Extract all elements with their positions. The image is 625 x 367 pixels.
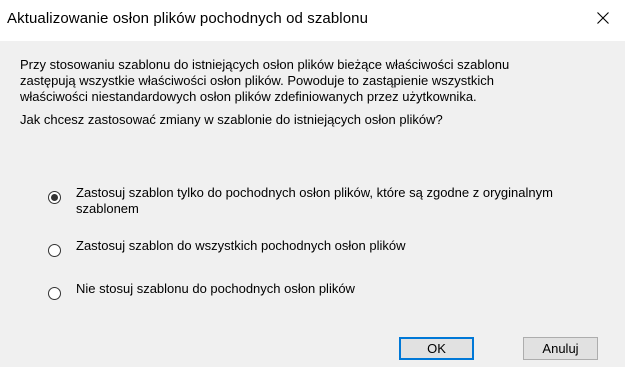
option-do-not-apply[interactable]: Nie stosuj szablonu do pochodnych osłon … <box>48 281 576 300</box>
option-label: Zastosuj szablon tylko do pochodnych osł… <box>76 185 553 216</box>
cancel-button[interactable]: Anuluj <box>523 337 598 360</box>
radio-button[interactable] <box>48 287 61 300</box>
radio-dot-icon <box>51 194 58 201</box>
radio-button[interactable] <box>48 244 61 257</box>
option-label: Zastosuj szablon do wszystkich pochodnyc… <box>76 238 406 253</box>
radio-button-selected[interactable] <box>48 191 61 204</box>
title-bar: Aktualizowanie osłon plików pochodnych o… <box>0 0 625 41</box>
description-text: Przy stosowaniu szablonu do istniejących… <box>20 57 510 104</box>
dialog-title: Aktualizowanie osłon plików pochodnych o… <box>7 10 369 27</box>
option-apply-all[interactable]: Zastosuj szablon do wszystkich pochodnyc… <box>48 238 576 257</box>
option-label: Nie stosuj szablonu do pochodnych osłon … <box>76 281 355 296</box>
close-icon <box>597 12 609 24</box>
close-button[interactable] <box>581 0 625 36</box>
template-update-dialog: Aktualizowanie osłon plików pochodnych o… <box>0 0 625 367</box>
ok-button[interactable]: OK <box>399 337 474 360</box>
question-text: Jak chcesz zastosować zmiany w szablonie… <box>20 112 443 127</box>
dialog-content: Przy stosowaniu szablonu do istniejących… <box>20 57 605 128</box>
option-apply-matching[interactable]: Zastosuj szablon tylko do pochodnych osł… <box>48 185 576 217</box>
